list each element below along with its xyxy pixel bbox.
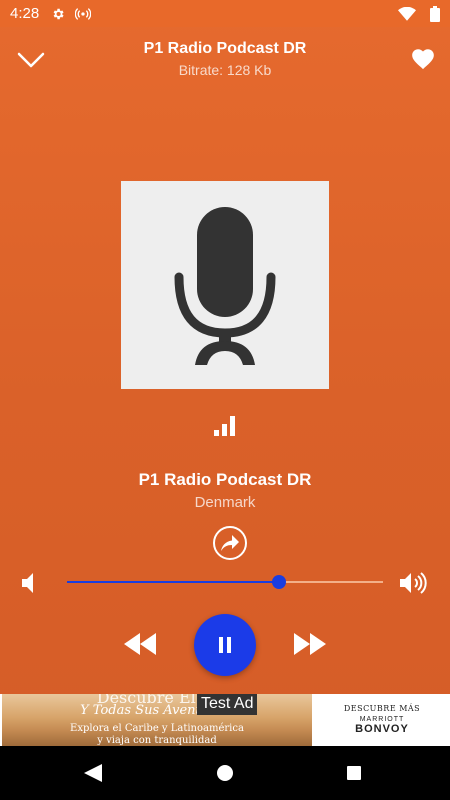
share-arrow-icon [221, 535, 239, 551]
bitrate-label: Bitrate: 128 Kb [178, 62, 272, 78]
radio-signal-icon [75, 7, 92, 20]
share-button[interactable] [213, 526, 247, 560]
favorite-heart-icon[interactable] [410, 46, 436, 72]
microphone-icon [174, 207, 276, 365]
volume-slider-thumb[interactable] [271, 575, 286, 589]
ad-image[interactable]: Descubre El M Y Todas Sus Aventuras. Exp… [2, 694, 312, 746]
home-icon[interactable] [217, 765, 233, 781]
station-country: Denmark [194, 494, 256, 511]
volume-slider-fill [67, 581, 279, 583]
player-screen: 4:28 P1 Radio Podcast DR Bitrate: 128 Kb… [0, 0, 450, 800]
back-icon[interactable] [84, 764, 102, 782]
status-time: 4:28 [10, 5, 40, 22]
navigation-bar [0, 746, 450, 800]
signal-strength-icon [214, 416, 235, 436]
station-artwork [121, 181, 329, 389]
volume-low-icon[interactable] [22, 573, 40, 593]
pause-icon [219, 637, 231, 653]
play-pause-button[interactable] [194, 614, 256, 676]
ad-body-line2: y viaja con tranquilidad [97, 735, 217, 746]
rewind-icon[interactable] [124, 633, 156, 655]
volume-high-icon[interactable] [400, 572, 428, 594]
battery-icon [430, 5, 440, 22]
test-ad-label: Test Ad [197, 694, 258, 715]
ad-body-line1: Explora el Caribe y Latinoamérica [70, 723, 244, 734]
recents-icon[interactable] [347, 766, 361, 780]
volume-slider[interactable] [67, 575, 383, 589]
ad-brand-panel[interactable]: DESCUBRE MÁS MARRIOTT BONVOY [314, 694, 450, 746]
gear-icon [53, 8, 64, 19]
status-bar: 4:28 [0, 0, 450, 27]
ad-subheadline: Y Todas Sus Aventuras. [80, 703, 234, 718]
collapse-chevron-icon[interactable] [16, 48, 46, 72]
ad-brand-bonvoy: BONVOY [355, 723, 409, 735]
fast-forward-icon[interactable] [294, 633, 326, 655]
wifi-icon [398, 6, 416, 21]
ad-brand-marriott: MARRIOTT [359, 716, 405, 723]
header-title: P1 Radio Podcast DR [143, 40, 307, 57]
ad-tagline: DESCUBRE MÁS [343, 704, 421, 713]
station-name: P1 Radio Podcast DR [138, 470, 312, 489]
